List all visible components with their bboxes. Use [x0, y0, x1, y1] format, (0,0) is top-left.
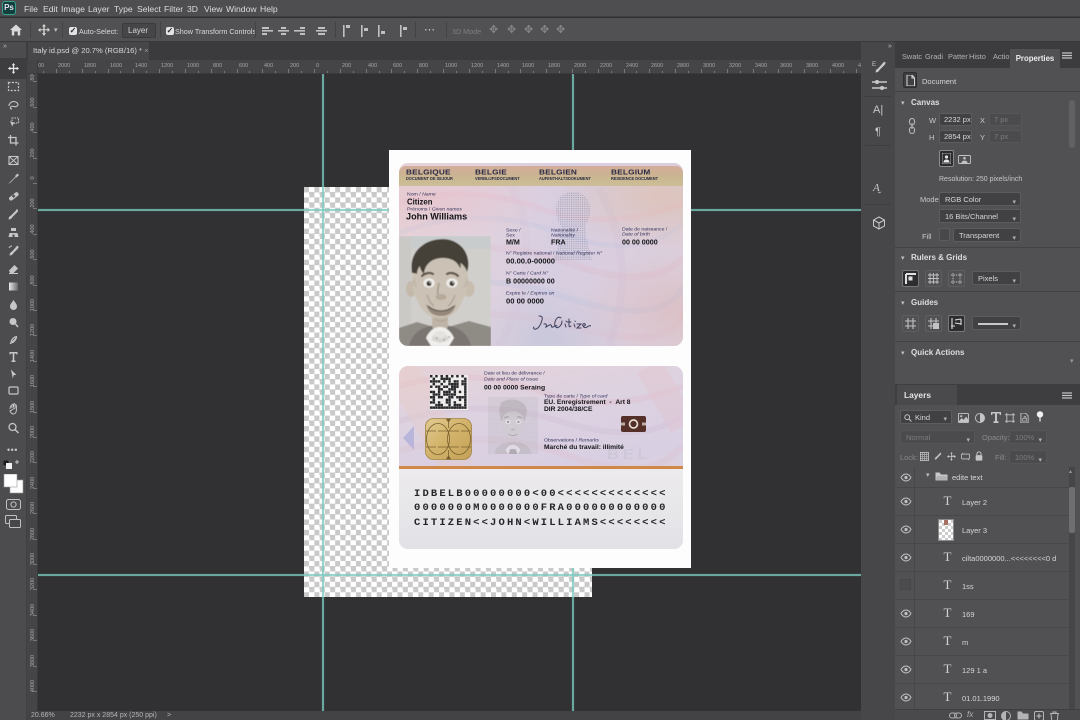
svg-text:E: E	[872, 62, 876, 68]
